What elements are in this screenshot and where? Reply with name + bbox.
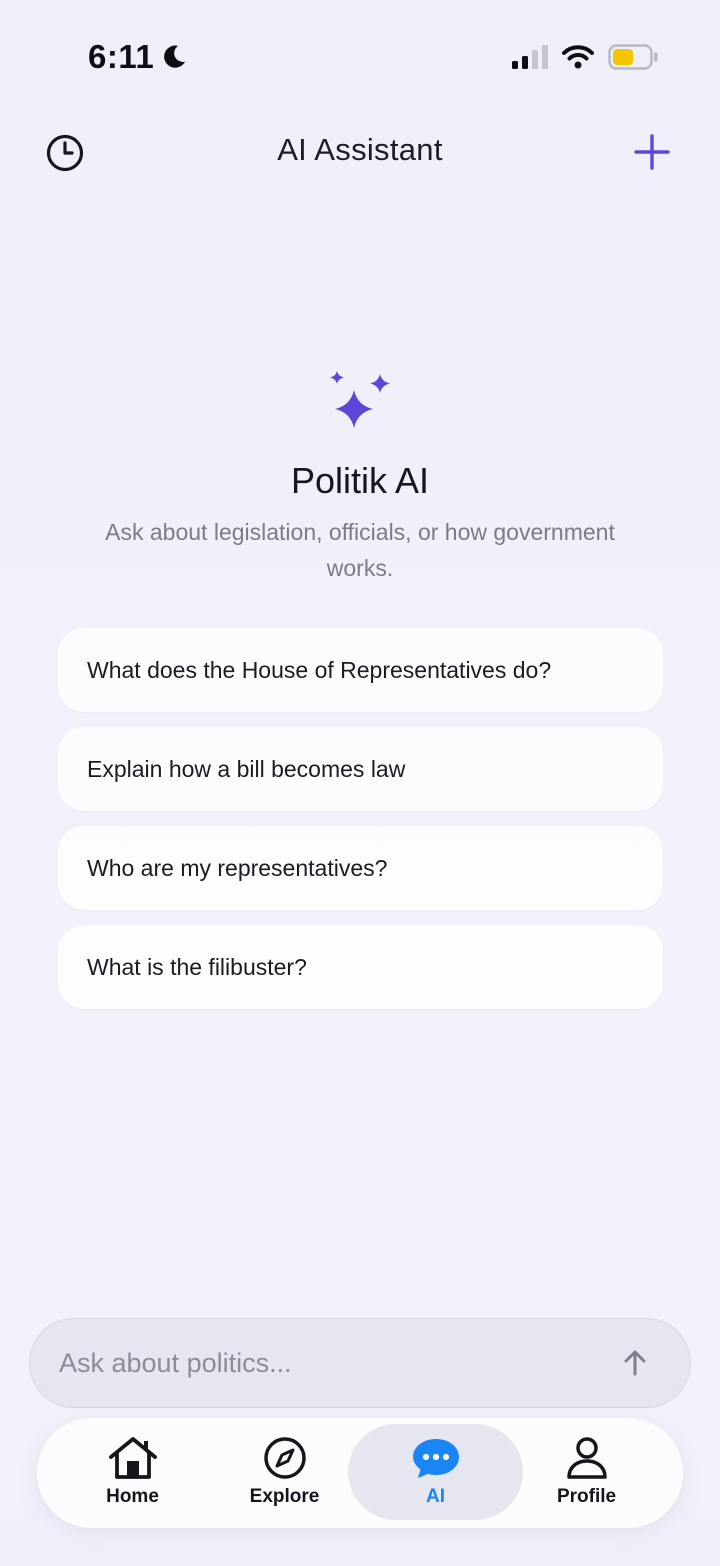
suggestion-chip[interactable]: Who are my representatives? bbox=[58, 826, 663, 910]
tab-profile[interactable]: Profile bbox=[499, 1424, 674, 1520]
assistant-description: Ask about legislation, officials, or how… bbox=[105, 519, 615, 581]
arrow-up-icon bbox=[624, 1350, 646, 1376]
new-chat-button[interactable] bbox=[632, 132, 672, 172]
house-icon bbox=[108, 1437, 157, 1479]
tab-bar: Home Explore AI Profile bbox=[37, 1418, 683, 1528]
moon-icon bbox=[164, 45, 186, 68]
compass-icon bbox=[263, 1437, 306, 1479]
tab-label: Profile bbox=[556, 1486, 617, 1507]
tab-label: AI bbox=[426, 1486, 445, 1507]
tab-label: Home bbox=[106, 1486, 159, 1507]
time-text: 6:11 bbox=[88, 38, 155, 75]
plus-icon bbox=[634, 134, 670, 170]
person-icon bbox=[566, 1437, 607, 1479]
send-button[interactable] bbox=[620, 1348, 650, 1378]
battery-icon bbox=[608, 44, 658, 70]
suggestion-chip[interactable]: What is the filibuster? bbox=[58, 925, 663, 1009]
tab-home[interactable]: Home bbox=[45, 1424, 220, 1520]
chat-bubble-icon bbox=[412, 1439, 459, 1478]
suggestion-chip[interactable]: What does the House of Representatives d… bbox=[58, 628, 663, 712]
wifi-icon bbox=[562, 45, 594, 69]
suggestion-list: What does the House of Representatives d… bbox=[58, 628, 663, 1024]
status-indicators bbox=[512, 44, 658, 70]
cellular-signal-icon bbox=[512, 45, 548, 69]
tab-label: Explore bbox=[249, 1486, 320, 1507]
message-composer bbox=[29, 1318, 691, 1408]
page-title: AI Assistant bbox=[277, 132, 443, 167]
status-bar-time: 6:11 bbox=[88, 38, 188, 76]
tab-explore[interactable]: Explore bbox=[197, 1424, 372, 1520]
suggestion-chip[interactable]: Explain how a bill becomes law bbox=[58, 727, 663, 811]
message-input[interactable] bbox=[59, 1347, 620, 1379]
tab-ai[interactable]: AI bbox=[348, 1424, 523, 1520]
assistant-name: Politik AI bbox=[290, 460, 430, 501]
sparkles-icon bbox=[318, 366, 402, 446]
